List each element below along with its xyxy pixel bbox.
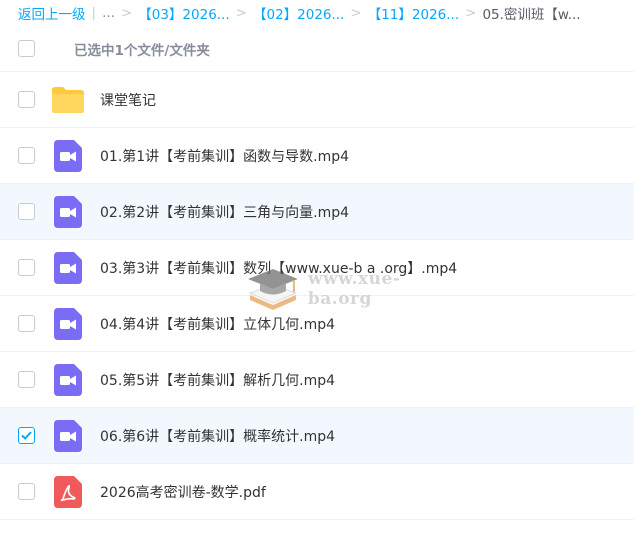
- video-file-icon: [51, 139, 85, 173]
- file-name[interactable]: 03.第3讲【考前集训】数列【www.xue-b a .org】.mp4: [100, 258, 457, 278]
- breadcrumb: 返回上一级 | ... > 【03】2026... > 【02】2026... …: [0, 0, 634, 26]
- file-list: 课堂笔记 01.第1讲【考前集训】函数与导数.mp4 02.第2讲【考前集训】三角与…: [0, 72, 634, 520]
- file-checkbox[interactable]: [18, 427, 35, 444]
- selection-count-text: 已选中1个文件/文件夹: [74, 42, 210, 59]
- file-checkbox[interactable]: [18, 203, 35, 220]
- file-row[interactable]: 01.第1讲【考前集训】函数与导数.mp4: [0, 128, 634, 184]
- select-all-checkbox[interactable]: [18, 40, 35, 57]
- breadcrumb-current: 05.密训班【w...: [482, 7, 581, 23]
- video-file-icon: [51, 251, 85, 285]
- breadcrumb-item-11[interactable]: 【11】2026...: [368, 3, 459, 23]
- file-name[interactable]: 06.第6讲【考前集训】概率统计.mp4: [100, 426, 335, 446]
- video-file-icon: [51, 307, 85, 341]
- file-name[interactable]: 2026高考密训卷-数学.pdf: [100, 482, 266, 502]
- file-row[interactable]: 05.第5讲【考前集训】解析几何.mp4: [0, 352, 634, 408]
- breadcrumb-item-02[interactable]: 【02】2026...: [253, 3, 344, 23]
- breadcrumb-item-03[interactable]: 【03】2026...: [138, 3, 229, 23]
- video-file-icon: [51, 419, 85, 453]
- breadcrumb-ellipsis[interactable]: ...: [102, 5, 115, 21]
- file-checkbox[interactable]: [18, 315, 35, 332]
- file-row[interactable]: 06.第6讲【考前集训】概率统计.mp4: [0, 408, 634, 464]
- file-row[interactable]: 04.第4讲【考前集训】立体几何.mp4: [0, 296, 634, 352]
- file-row[interactable]: 2026高考密训卷-数学.pdf: [0, 464, 634, 520]
- file-name[interactable]: 课堂笔记: [100, 90, 156, 110]
- file-checkbox[interactable]: [18, 483, 35, 500]
- file-name[interactable]: 05.第5讲【考前集训】解析几何.mp4: [100, 370, 335, 390]
- breadcrumb-separator: >: [465, 5, 477, 21]
- back-link[interactable]: 返回上一级: [18, 3, 86, 23]
- file-checkbox[interactable]: [18, 259, 35, 276]
- breadcrumb-divider: |: [91, 5, 97, 21]
- file-checkbox[interactable]: [18, 147, 35, 164]
- file-row[interactable]: 课堂笔记: [0, 72, 634, 128]
- pdf-file-icon: [51, 475, 85, 509]
- breadcrumb-separator: >: [120, 5, 133, 21]
- breadcrumb-separator: >: [350, 5, 362, 21]
- file-checkbox[interactable]: [18, 91, 35, 108]
- file-row[interactable]: 03.第3讲【考前集训】数列【www.xue-b a .org】.mp4: [0, 240, 634, 296]
- video-file-icon: [51, 363, 85, 397]
- file-name[interactable]: 04.第4讲【考前集训】立体几何.mp4: [100, 314, 335, 334]
- file-name[interactable]: 02.第2讲【考前集训】三角与向量.mp4: [100, 202, 349, 222]
- folder-icon: [51, 83, 85, 117]
- file-row[interactable]: 02.第2讲【考前集训】三角与向量.mp4: [0, 184, 634, 240]
- selection-bar: 已选中1个文件/文件夹: [0, 26, 634, 72]
- breadcrumb-separator: >: [235, 5, 247, 21]
- file-name[interactable]: 01.第1讲【考前集训】函数与导数.mp4: [100, 146, 349, 166]
- video-file-icon: [51, 195, 85, 229]
- file-checkbox[interactable]: [18, 371, 35, 388]
